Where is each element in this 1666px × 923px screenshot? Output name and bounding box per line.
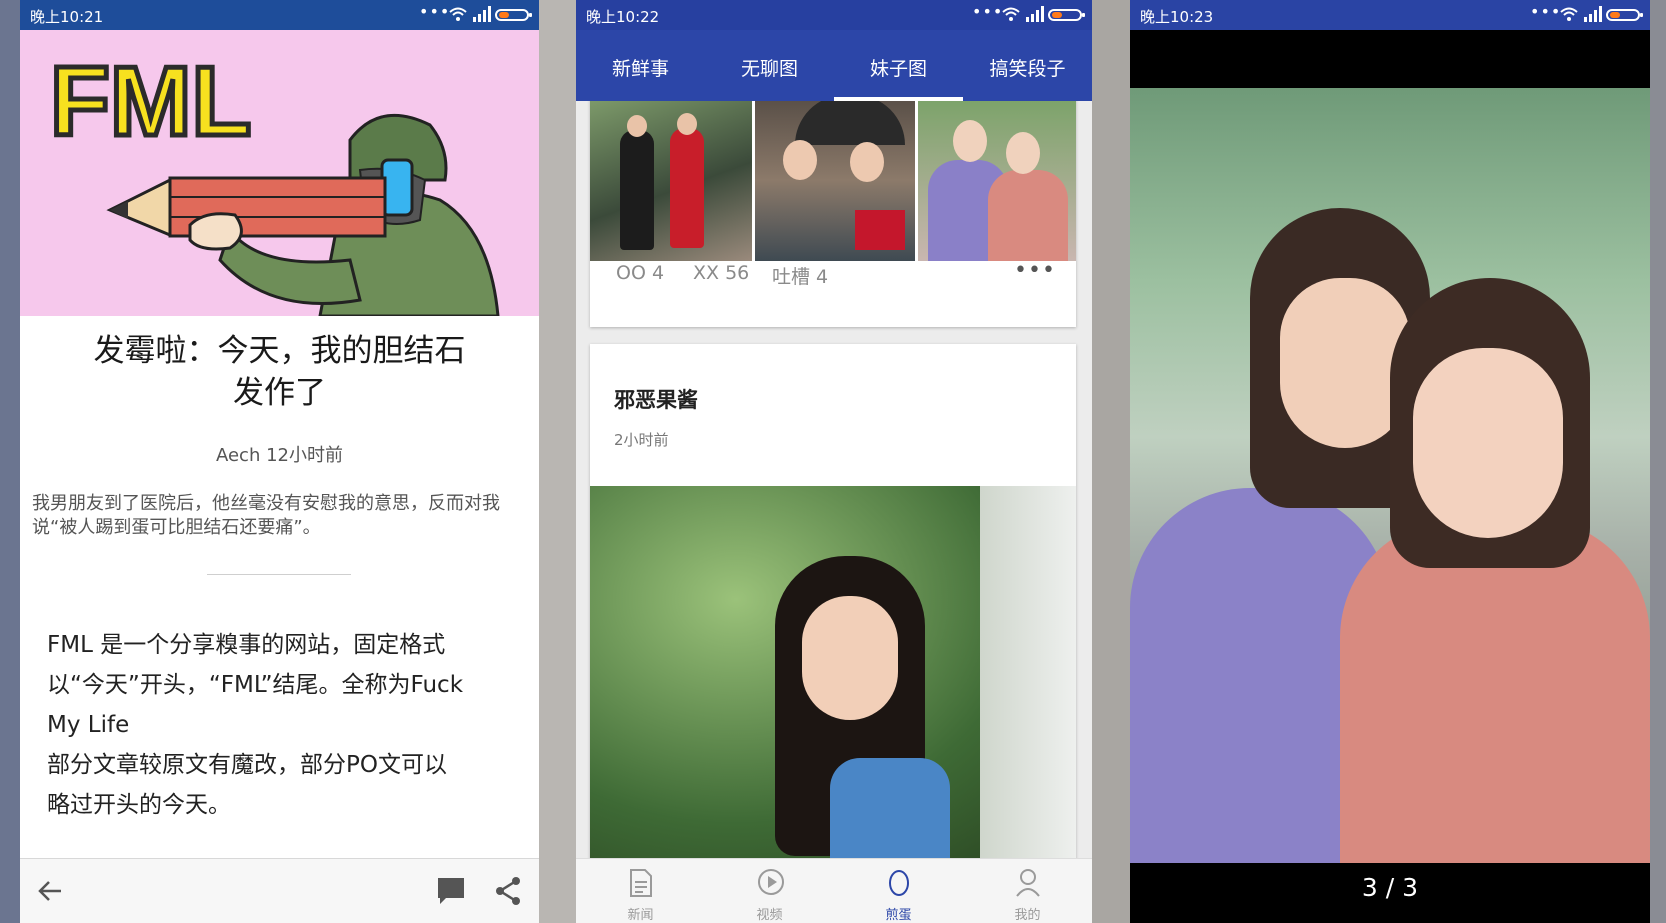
comment-count-button[interactable]: 吐槽 4 [772, 262, 828, 289]
tab-boring-pics[interactable]: 无聊图 [705, 54, 834, 81]
post-author: 邪恶果酱 [614, 388, 698, 412]
article-meta: Aech 12小时前 [215, 445, 343, 466]
feed-photo[interactable] [590, 100, 752, 261]
nav-video-label: 视频 [756, 908, 783, 923]
news-icon [630, 869, 652, 897]
wifi-icon [1002, 7, 1020, 21]
tab-girl-pics[interactable]: 妹子图 [834, 54, 963, 81]
status-icons: ••• [1530, 2, 1643, 24]
fml-logo-text: FML [50, 46, 251, 156]
signal-icon [1584, 6, 1602, 22]
fml-intro-text: FML 是一个分享糗事的网站，固定格式 以“今天”开头，“FML”结尾。全称为F… [47, 632, 464, 818]
background-strip [1650, 0, 1666, 923]
article-header-image: FML [20, 30, 539, 316]
battery-icon [1606, 9, 1643, 21]
more-options-icon[interactable]: ••• [1014, 258, 1056, 283]
status-time: 晚上10:21 [30, 8, 104, 26]
status-bar: 晚上10:22 ••• [576, 0, 1092, 30]
nav-profile-label: 我的 [1014, 908, 1041, 923]
feed-photo[interactable] [590, 486, 1076, 864]
battery-icon [1048, 9, 1085, 21]
status-bar: 晚上10:23 ••• [1130, 0, 1650, 30]
profile-icon [1016, 869, 1040, 897]
fullscreen-photo[interactable] [1130, 88, 1650, 863]
feed-card[interactable]: OO 4 XX 56 吐槽 4 ••• [590, 80, 1076, 327]
top-tab-bar: 新鲜事 无聊图 妹子图 搞笑段子 [576, 30, 1092, 101]
feed-photo[interactable] [755, 95, 915, 261]
article-body: 我男朋友到了医院后，他丝毫没有安慰我的意思，反而对我说“被人踢到蛋可比胆结石还要… [32, 493, 500, 538]
post-time: 2小时前 [614, 431, 669, 449]
active-tab-indicator [834, 97, 963, 101]
nav-news[interactable]: 新闻 [576, 859, 705, 923]
play-icon [758, 869, 784, 895]
nav-jandan-label: 煎蛋 [885, 908, 912, 923]
nav-jandan[interactable]: 煎蛋 [834, 859, 963, 923]
status-icons: ••• [419, 2, 532, 24]
wifi-icon [449, 7, 467, 21]
signal-icon [473, 6, 491, 22]
image-counter: 3 / 3 [1361, 873, 1419, 902]
egg-icon [889, 870, 909, 896]
more-dots-icon: ••• [972, 2, 1004, 21]
signal-icon [1026, 6, 1044, 22]
nav-news-label: 新闻 [627, 908, 654, 923]
tab-jokes[interactable]: 搞笑段子 [963, 54, 1092, 81]
divider [207, 574, 351, 575]
status-icons: ••• [972, 2, 1085, 24]
back-arrow-icon[interactable] [37, 879, 63, 903]
phone-image-viewer-screen: 晚上10:23 ••• 3 / 3 [1130, 0, 1650, 923]
article-title-line: 发作了 [233, 375, 326, 411]
xx-vote-button[interactable]: XX 56 [693, 262, 749, 284]
bottom-navigation: 新闻 视频 煎蛋 我的 [576, 858, 1092, 923]
status-time: 晚上10:22 [586, 8, 660, 26]
background-strip [1092, 0, 1130, 923]
wifi-icon [1560, 7, 1578, 21]
background-strip [0, 0, 20, 923]
oo-vote-button[interactable]: OO 4 [616, 262, 664, 284]
tab-fresh[interactable]: 新鲜事 [576, 54, 705, 81]
comment-icon[interactable] [436, 876, 466, 906]
nav-profile[interactable]: 我的 [963, 859, 1092, 923]
background-strip [539, 0, 576, 923]
article-title-line: 发霉啦：今天，我的胆结石 [93, 333, 466, 369]
nav-video[interactable]: 视频 [705, 859, 834, 923]
feed-photo[interactable] [918, 100, 1076, 261]
more-dots-icon: ••• [1530, 2, 1562, 21]
feed-card[interactable]: 邪恶果酱 2小时前 [590, 344, 1076, 864]
article-title: 发霉啦：今天，我的胆结石 发作了 [20, 330, 539, 414]
phone-feed-screen: 晚上10:22 ••• OO 4 XX 56 吐槽 4 ••• 新鲜事 无聊图 … [576, 0, 1092, 923]
battery-icon [495, 9, 532, 21]
share-icon[interactable] [494, 876, 522, 906]
more-dots-icon: ••• [419, 2, 451, 21]
article-toolbar [20, 858, 539, 923]
phone-article-screen: 晚上10:21 ••• FML 发霉啦：今天，我的胆结石 发作了 Aech 12… [20, 0, 539, 923]
status-bar: 晚上10:21 ••• [20, 0, 539, 30]
status-time: 晚上10:23 [1140, 8, 1214, 26]
